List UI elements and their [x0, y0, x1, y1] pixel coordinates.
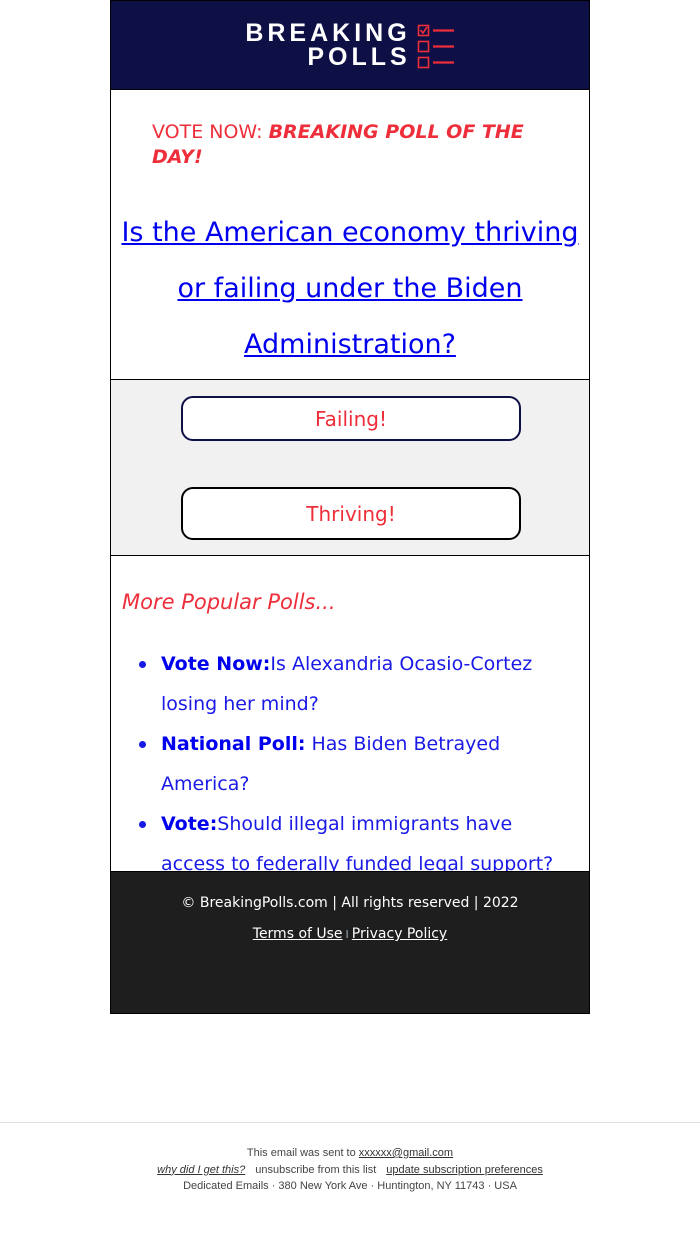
- vote-buttons-section: Failing! Thriving!: [110, 379, 590, 556]
- update-preferences-link[interactable]: update subscription preferences: [386, 1164, 543, 1176]
- failing-button[interactable]: Failing!: [181, 396, 521, 441]
- poll-text: Should illegal immigrants have access to…: [161, 813, 554, 875]
- sent-to-line: This email was sent to xxxxxx@gmail.com: [0, 1145, 700, 1162]
- sent-to-label: This email was sent to: [246, 1147, 359, 1159]
- logo-text: BREAKING POLLS: [245, 19, 411, 71]
- terms-of-use-link[interactable]: Terms of Use: [253, 926, 343, 942]
- email-container: BREAKING POLLS VOTE NOW: BREAKING POLL O…: [110, 0, 590, 1014]
- poll-link[interactable]: Vote:Should illegal immigrants have acce…: [161, 813, 553, 875]
- thriving-button[interactable]: Thriving!: [181, 487, 521, 540]
- poll-question-link[interactable]: Is the American economy thriving or fail…: [121, 217, 578, 360]
- subscription-links: why did I get this? unsubscribe from this…: [0, 1162, 700, 1179]
- poll-tag: Vote Now:: [161, 653, 271, 675]
- footer-links: Terms of Use I Privacy Policy: [111, 926, 589, 942]
- poll-list-item[interactable]: National Poll: Has Biden Betrayed Americ…: [139, 724, 581, 804]
- logo[interactable]: BREAKING POLLS: [245, 19, 454, 71]
- copyright-text: © BreakingPolls.com | All rights reserve…: [181, 895, 519, 911]
- poll-tag: National Poll:: [161, 733, 306, 755]
- logo-line-1: BREAKING: [245, 19, 411, 47]
- banner-prefix: VOTE NOW:: [152, 121, 269, 143]
- privacy-policy-link[interactable]: Privacy Policy: [352, 926, 447, 942]
- vote-now-banner: VOTE NOW: BREAKING POLL OF THE DAY!: [110, 90, 590, 180]
- footer-separator: I: [345, 928, 349, 941]
- checklist-icon: [417, 24, 454, 69]
- more-polls-title: More Popular Polls...: [122, 590, 336, 614]
- postal-address: Dedicated Emails · 380 New York Ave · Hu…: [183, 1180, 517, 1192]
- poll-tag: Vote:: [161, 813, 218, 835]
- poll-link[interactable]: National Poll: Has Biden Betrayed Americ…: [161, 733, 500, 795]
- more-polls-section: More Popular Polls... Vote Now:Is Alexan…: [110, 556, 590, 875]
- legal-footer: This email was sent to xxxxxx@gmail.com …: [0, 1145, 700, 1195]
- logo-line-2: POLLS: [307, 43, 411, 71]
- footer: © BreakingPolls.com | All rights reserve…: [110, 871, 590, 1014]
- more-polls-list: Vote Now:Is Alexandria Ocasio-Cortez los…: [139, 644, 581, 884]
- unsubscribe-link[interactable]: unsubscribe from this list: [255, 1164, 376, 1176]
- poll-link[interactable]: Vote Now:Is Alexandria Ocasio-Cortez los…: [161, 653, 532, 715]
- why-did-i-get-this-link[interactable]: why did I get this?: [157, 1164, 245, 1176]
- header: BREAKING POLLS: [110, 0, 590, 90]
- poll-question-section: Is the American economy thriving or fail…: [110, 180, 590, 380]
- recipient-email-link[interactable]: xxxxxx@gmail.com: [359, 1147, 453, 1159]
- divider: [0, 1122, 700, 1123]
- poll-list-item[interactable]: Vote Now:Is Alexandria Ocasio-Cortez los…: [139, 644, 581, 724]
